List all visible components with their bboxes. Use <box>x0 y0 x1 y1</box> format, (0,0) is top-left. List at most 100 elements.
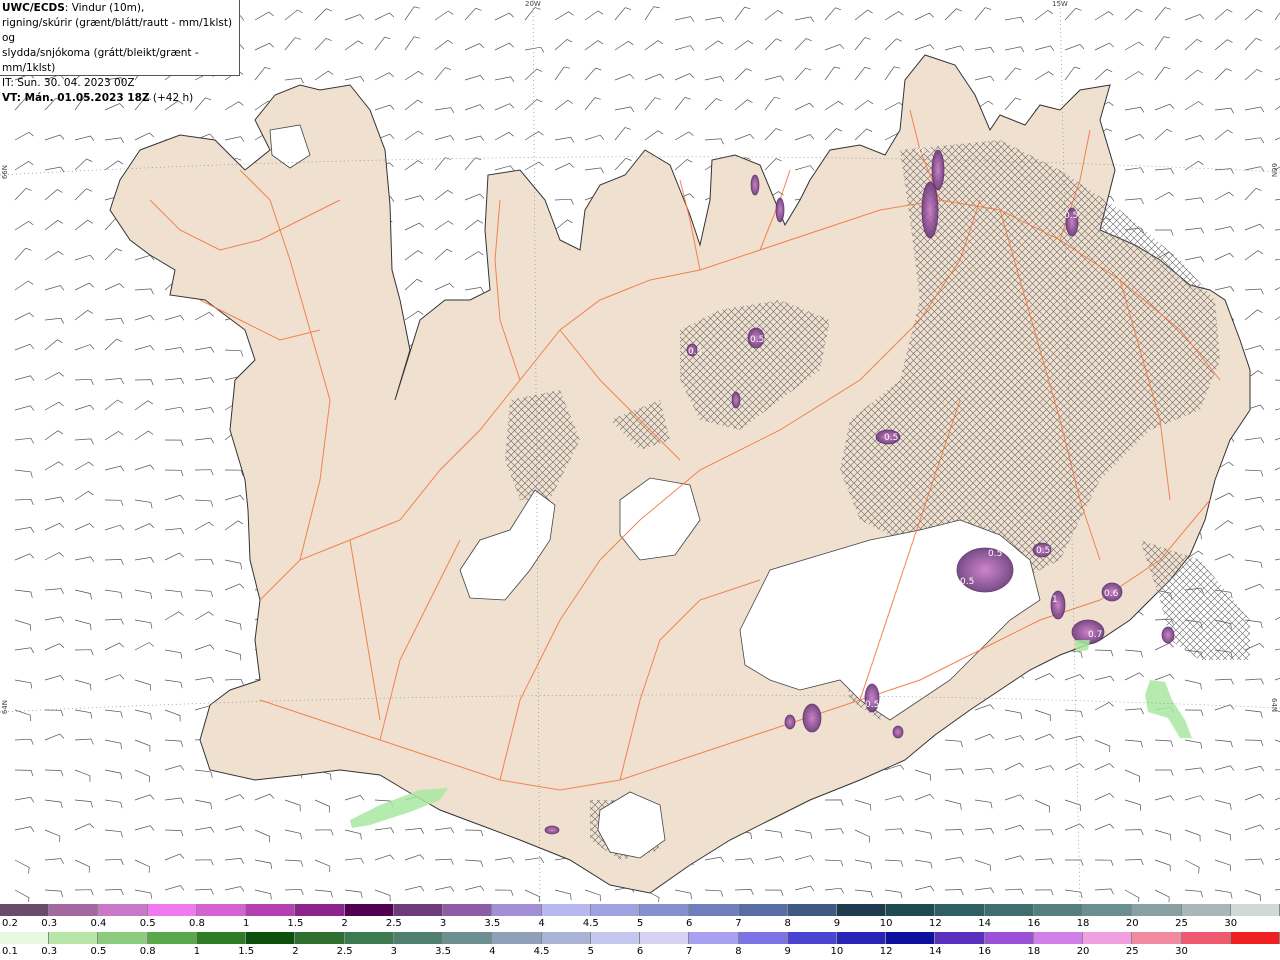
wind-barb <box>134 464 155 471</box>
legend-swatch <box>295 932 345 944</box>
contour-label: 0.7 <box>1088 630 1102 640</box>
wind-barb <box>1244 889 1261 902</box>
wind-barb <box>314 799 330 813</box>
wind-barb <box>404 250 424 261</box>
wind-barb <box>404 310 424 321</box>
wind-barb <box>134 889 153 899</box>
wind-barb <box>824 66 841 81</box>
wind-barb <box>1274 199 1280 201</box>
map-info-box: UWC/ECDS: Vindur (10m), rigning/skúrir (… <box>0 0 240 104</box>
wind-barb <box>1004 888 1024 895</box>
wind-barb <box>104 642 125 651</box>
wind-barb <box>434 135 455 141</box>
wind-barb <box>704 40 724 51</box>
wind-barb <box>14 437 35 444</box>
wind-barb <box>1274 889 1280 891</box>
wind-barb <box>1004 855 1025 861</box>
legend-snow-labels: 0.2 0.3 0.4 0.5 0.8 1 1.5 2 2.5 3 3.5 4 4.5 5 6 7 8 9 10 12… <box>0 918 1280 930</box>
wind-barb <box>1274 797 1280 801</box>
wind-barb <box>44 769 64 777</box>
legend-swatch <box>196 904 247 916</box>
legend-tick-label: 3 <box>439 918 447 929</box>
wind-barb <box>104 889 124 896</box>
legend-snow-colorbar <box>0 904 1280 916</box>
wind-barb <box>44 430 64 441</box>
wind-barb <box>164 853 185 861</box>
wind-barb <box>164 528 184 534</box>
wind-barb <box>74 219 93 231</box>
wind-barb <box>764 829 783 839</box>
wind-barb <box>224 349 244 357</box>
wind-barb <box>1214 191 1234 201</box>
wind-barb <box>824 887 845 894</box>
wind-barb <box>104 799 123 809</box>
legend-swatch <box>1083 932 1133 944</box>
wind-barb <box>824 128 842 141</box>
legend-tick-label: 4 <box>489 946 496 957</box>
wind-barb <box>794 829 813 839</box>
wind-barb <box>554 162 575 171</box>
wind-barb <box>1124 167 1145 174</box>
wind-barb <box>14 131 34 141</box>
wind-barb <box>14 553 35 561</box>
legend-tick-label: 18 <box>1076 918 1090 929</box>
wind-barb <box>44 250 64 261</box>
legend-swatch <box>1181 904 1231 916</box>
wind-barb <box>854 100 874 111</box>
wind-barb <box>74 709 93 719</box>
wind-barb <box>224 494 245 501</box>
info-line-1: UWC/ECDS: Vindur (10m), <box>2 1 237 16</box>
legend-swatch <box>49 932 99 944</box>
legend-tick-label: 0.1 <box>2 946 18 957</box>
wind-barb <box>1214 39 1233 51</box>
legend-swatch <box>738 904 788 916</box>
wind-barb <box>434 10 454 21</box>
wind-barb <box>1184 134 1205 141</box>
legend-tick-label: 4.5 <box>533 946 550 957</box>
wind-barb <box>1244 223 1265 231</box>
wind-barb <box>104 378 124 384</box>
info-lead-time: (+42 h) <box>149 92 194 104</box>
wind-barb <box>1274 558 1280 561</box>
wind-barb <box>164 765 185 771</box>
wind-barb <box>164 494 185 501</box>
wind-barb <box>1184 679 1202 690</box>
wind-barb <box>884 795 905 802</box>
wind-barb <box>374 854 395 861</box>
wind-barb <box>554 66 571 81</box>
wind-barb <box>944 856 965 863</box>
wind-barb <box>74 490 94 501</box>
legend-tick-label: 7 <box>686 946 693 957</box>
wind-barb <box>434 189 453 201</box>
wind-barb <box>1244 496 1265 503</box>
wind-barb <box>884 859 904 867</box>
legend-swatch <box>984 932 1034 944</box>
wind-barb <box>74 135 95 142</box>
wind-barb <box>944 739 963 748</box>
lat-label-64n-right: 64N <box>1270 698 1278 713</box>
legend-tick-label: 16 <box>1027 918 1041 929</box>
wind-barb <box>134 619 153 629</box>
wind-barb <box>494 889 514 896</box>
wind-barb <box>794 102 815 111</box>
wind-barb <box>374 104 395 111</box>
wind-barb <box>164 649 183 659</box>
wind-barb <box>74 823 95 831</box>
legend-tick-label: 8 <box>784 918 791 929</box>
wind-barb <box>344 794 365 801</box>
wind-barb <box>584 889 601 902</box>
wind-barb <box>1214 8 1233 21</box>
legend-swatch <box>1033 932 1084 944</box>
wind-barb <box>524 7 541 21</box>
wind-barb <box>914 793 935 801</box>
legend-swatch <box>1181 932 1231 944</box>
wind-barb <box>104 618 124 625</box>
legend-tick-label: 25 <box>1175 918 1188 929</box>
wind-barb <box>1124 799 1142 811</box>
wind-barb <box>74 404 95 411</box>
wind-barb <box>914 829 933 840</box>
contour-label: 0.5 <box>918 147 932 157</box>
wind-barb <box>134 288 154 295</box>
contour-label: 0.5 <box>1064 211 1078 221</box>
wind-barb <box>1274 467 1280 471</box>
